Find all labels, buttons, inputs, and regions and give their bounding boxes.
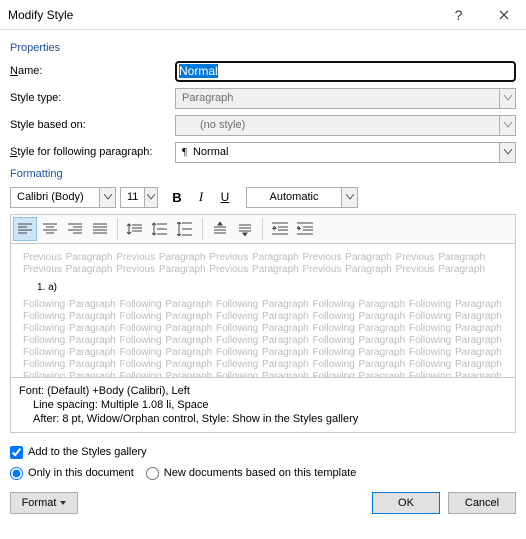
font-drop[interactable] [99, 187, 116, 208]
font-value: Calibri (Body) [10, 187, 99, 208]
chevron-down-icon [147, 194, 155, 200]
style-type-label: Style type: [10, 92, 175, 104]
color-drop[interactable] [341, 187, 358, 208]
style-following-text: Normal [193, 146, 228, 158]
preview-sample: 1. a) [23, 282, 503, 293]
chevron-down-icon [504, 95, 512, 101]
preview-previous: Previous Paragraph Previous Paragraph Pr… [23, 252, 503, 276]
description-pane: Font: (Default) +Body (Calibri), Left Li… [10, 378, 516, 433]
properties-heading: Properties [10, 42, 516, 54]
name-label: Name: [10, 65, 175, 77]
style-based-combo[interactable]: (no style) [175, 115, 516, 136]
chevron-down-icon [346, 194, 354, 200]
format-button[interactable]: Format [10, 492, 78, 514]
formatting-heading: Formatting [10, 168, 516, 180]
space-before-inc-icon [212, 222, 228, 236]
chevron-down-icon [104, 194, 112, 200]
size-value: 11 [120, 187, 144, 208]
space-before-dec-icon [237, 222, 253, 236]
desc-line-3: After: 8 pt, Widow/Orphan control, Style… [19, 412, 507, 426]
only-doc-label[interactable]: Only in this document [28, 467, 134, 479]
align-right-button[interactable] [63, 217, 87, 241]
align-center-icon [43, 223, 57, 235]
paragraph-toolbar [10, 214, 516, 244]
only-doc-radio[interactable] [10, 467, 23, 480]
desc-line-2: Line spacing: Multiple 1.08 li, Space [19, 398, 507, 412]
spacing-double-icon [177, 222, 193, 236]
indent-dec-icon [272, 222, 288, 236]
underline-button[interactable]: U [214, 186, 236, 208]
help-button[interactable]: ? [436, 0, 481, 30]
separator [262, 218, 263, 240]
color-value: Automatic [246, 187, 341, 208]
style-based-label: Style based on: [10, 119, 175, 131]
style-following-drop[interactable] [499, 142, 516, 163]
title-bar: Modify Style ? [0, 0, 526, 30]
indent-inc-button[interactable] [293, 217, 317, 241]
space-before-dec-button[interactable] [233, 217, 257, 241]
size-drop[interactable] [144, 187, 158, 208]
align-left-button[interactable] [13, 217, 37, 241]
align-justify-icon [93, 223, 107, 235]
spacing-double-button[interactable] [173, 217, 197, 241]
ok-button[interactable]: OK [372, 492, 440, 514]
bold-button[interactable]: B [166, 186, 188, 208]
name-input[interactable] [175, 61, 516, 82]
separator [117, 218, 118, 240]
window-title: Modify Style [8, 8, 436, 22]
align-right-icon [68, 223, 82, 235]
italic-button[interactable]: I [190, 186, 212, 208]
color-combo[interactable]: Automatic [246, 187, 358, 208]
add-gallery-label[interactable]: Add to the Styles gallery [28, 446, 147, 458]
indent-dec-button[interactable] [268, 217, 292, 241]
style-type-combo[interactable]: Paragraph [175, 88, 516, 109]
spacing-single-icon [127, 222, 143, 236]
spacing-onehalf-icon [152, 222, 168, 236]
preview-following: Following Paragraph Following Paragraph … [23, 299, 503, 378]
align-justify-button[interactable] [88, 217, 112, 241]
preview-pane: Previous Paragraph Previous Paragraph Pr… [10, 244, 516, 378]
new-docs-radio[interactable] [146, 467, 159, 480]
close-icon [499, 10, 509, 20]
style-following-label: Style for following paragraph: [10, 146, 175, 158]
style-following-combo[interactable]: ¶Normal [175, 142, 516, 163]
style-type-drop[interactable] [499, 88, 516, 109]
indent-inc-icon [297, 222, 313, 236]
font-combo[interactable]: Calibri (Body) [10, 187, 116, 208]
style-type-value: Paragraph [175, 88, 499, 109]
chevron-down-icon [504, 122, 512, 128]
style-following-value: ¶Normal [175, 142, 499, 163]
desc-line-1: Font: (Default) +Body (Calibri), Left [19, 384, 507, 398]
align-left-icon [18, 223, 32, 235]
space-before-inc-button[interactable] [208, 217, 232, 241]
new-docs-label[interactable]: New documents based on this template [164, 467, 357, 479]
spacing-onehalf-button[interactable] [148, 217, 172, 241]
close-button[interactable] [481, 0, 526, 30]
chevron-down-icon [504, 149, 512, 155]
size-combo[interactable]: 11 [120, 187, 158, 208]
separator [202, 218, 203, 240]
style-based-value: (no style) [175, 115, 499, 136]
spacing-single-button[interactable] [123, 217, 147, 241]
style-based-drop[interactable] [499, 115, 516, 136]
cancel-button[interactable]: Cancel [448, 492, 516, 514]
align-center-button[interactable] [38, 217, 62, 241]
add-gallery-checkbox[interactable] [10, 446, 23, 459]
